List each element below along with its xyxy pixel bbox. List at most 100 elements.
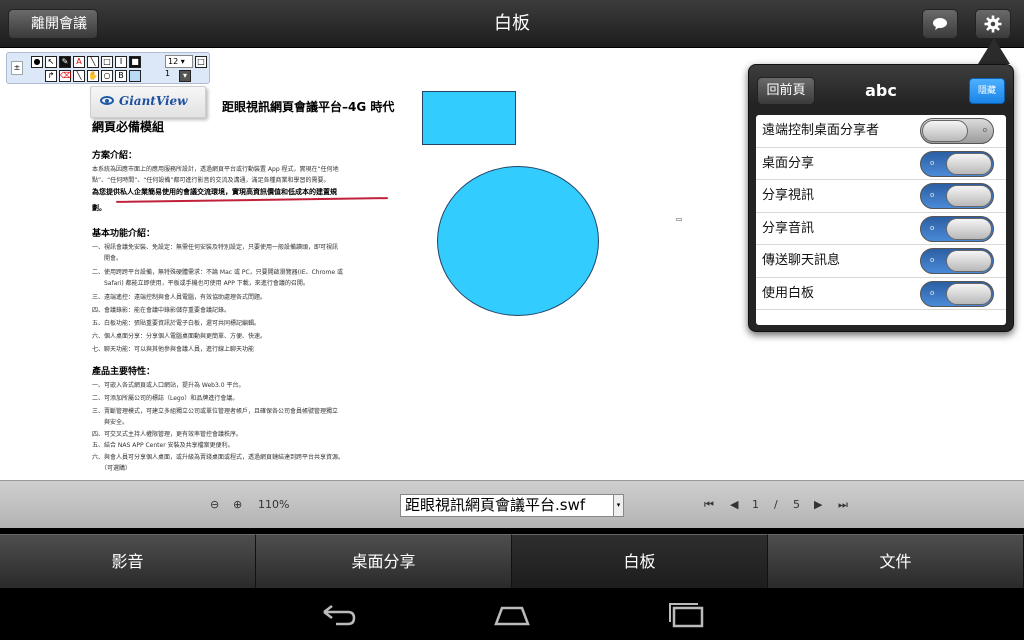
eraser-tool-icon[interactable]: ⌫: [59, 70, 71, 82]
popover-title: abc: [865, 81, 897, 100]
border-color-icon[interactable]: □: [195, 56, 207, 68]
total-pages: 5: [793, 498, 800, 511]
toggle-knob: [946, 250, 992, 272]
recent-apps-icon[interactable]: [666, 600, 706, 628]
pin-icon[interactable]: ±: [11, 61, 23, 75]
chat-button[interactable]: [922, 9, 958, 39]
toggle-knob: [946, 152, 992, 175]
doc-title-line2: 網頁必備模組: [92, 120, 165, 134]
section3-line: （可選購）: [92, 465, 132, 472]
section2-line: 四、會議錄影：能在會議中錄影儲存重要會議記錄。: [92, 307, 231, 314]
hand-tool-icon[interactable]: ✋: [87, 70, 99, 82]
font-size-value: 12: [168, 57, 179, 66]
line-width-dropdown-icon[interactable]: ▾: [179, 70, 191, 82]
home-icon[interactable]: [492, 600, 532, 628]
permission-label: 桌面分享: [762, 155, 815, 171]
tab-documents[interactable]: 文件: [768, 534, 1024, 588]
arrow-tool-icon[interactable]: ↖: [45, 56, 57, 68]
permission-row-chat: 傳送聊天訊息 o: [756, 245, 1006, 278]
section1-bold-line: 為您提供私人企業簡易使用的會議交流環境，實現高資訊價值和低成本的建置規: [92, 188, 337, 196]
top-bar: 離開會議 白板: [0, 0, 1024, 48]
toggle-whiteboard[interactable]: o: [920, 280, 994, 307]
toggle-knob: [946, 217, 992, 240]
previous-page-icon[interactable]: ◀: [730, 498, 738, 511]
whiteboard-circle-shape[interactable]: [437, 166, 599, 316]
section2-heading: 基本功能介紹：: [92, 229, 156, 239]
toggle-knob: [922, 120, 968, 142]
back-arrow-icon[interactable]: [318, 600, 358, 628]
section1-line: 點”、“任何時間”、“任何設備”都可進行影音的交流及溝通，滿足各種商業和學習的需…: [92, 177, 330, 184]
section2-line: Safari) 都能立即使用，平板或手機也可使用 APP 下載，來進行會議的召開…: [92, 280, 309, 287]
section2-line: 六、個人桌面分享：分享個人電腦桌面動與更簡單、方便、快速。: [92, 333, 267, 340]
section2-line: 一、視訊會議免安裝、免設定：無需任何安裝及特別設定，只要使用一般設備讀頭，即可視…: [92, 244, 339, 251]
main-tab-bar: 影音 桌面分享 白板 文件: [0, 534, 1024, 588]
tab-video[interactable]: 影音: [0, 534, 256, 588]
rectangle-tool-icon[interactable]: □: [101, 56, 113, 68]
section3-heading: 產品主要特性：: [92, 367, 156, 377]
popover-back-button[interactable]: 回前頁: [757, 77, 815, 105]
document-file-select[interactable]: 距眼視訊網頁會議平台.swf ▾: [400, 494, 624, 517]
bold-tool-icon[interactable]: B: [115, 70, 127, 82]
permission-label: 分享音訊: [762, 220, 815, 236]
section2-line: 三、遠端遙控：遠端控制與會人員電腦，有效協助處理各式問題。: [92, 294, 267, 301]
section3-line: 一、可嵌入各式網頁或入口網站，提升為 Web3.0 平台。: [92, 382, 245, 389]
section2-line: 五、白板功能：張貼重要資訊於電子白板，還可共同標記編輯。: [92, 320, 261, 327]
pen-tool-icon[interactable]: ✎: [59, 56, 71, 68]
doc-title-line1: 距眼視訊網頁會議平台–4G 時代: [222, 100, 395, 114]
toggle-mark: o: [930, 223, 935, 232]
whiteboard-rectangle-shape[interactable]: [422, 91, 516, 145]
document-control-bar: ⊖ ⊕ 110% 距眼視訊網頁會議平台.swf ▾ ⏮ ◀ 1 / 5 ▶ ⏭: [0, 480, 1024, 528]
section3-line: 五、結合 NAS APP Center 安裝及共享檔案更便利。: [92, 442, 234, 449]
fill-color-icon[interactable]: ■: [129, 56, 141, 68]
section3-line: 三、賣斷管理模式，可建立多組獨立公司或單位管理者帳戶，且確保各公司會員帳號管理獨…: [92, 408, 339, 415]
zoom-out-icon[interactable]: ⊖: [210, 498, 219, 511]
highlight-color-icon[interactable]: [129, 70, 141, 82]
text-a-tool-icon[interactable]: A: [73, 56, 85, 68]
first-page-icon[interactable]: ⏮: [704, 498, 714, 512]
permission-row-share-audio: 分享音訊 o: [756, 213, 1006, 245]
redo-tool-icon[interactable]: ↱: [45, 70, 57, 82]
leave-meeting-button[interactable]: 離開會議: [8, 9, 98, 39]
section2-line: 開會。: [92, 255, 123, 262]
toggle-desktop-share[interactable]: o: [920, 150, 994, 177]
laser-tool-icon[interactable]: ╲: [73, 70, 85, 82]
italic-tool-icon[interactable]: I: [115, 56, 127, 68]
permission-label: 使用白板: [762, 285, 815, 301]
toggle-share-audio[interactable]: o: [920, 215, 994, 242]
permission-row-share-video: 分享視訊 o: [756, 180, 1006, 213]
section1-bold-line: 劃。: [92, 204, 106, 212]
document-file-name: 距眼視訊網頁會議平台.swf: [405, 496, 586, 514]
toggle-mark: o: [930, 256, 935, 264]
giantview-logo: GiantView: [90, 86, 206, 118]
line-tool-icon[interactable]: ╲: [87, 56, 99, 68]
zoom-in-icon[interactable]: ⊕: [233, 498, 242, 511]
tab-whiteboard[interactable]: 白板: [512, 534, 768, 588]
tab-desktop-share[interactable]: 桌面分享: [256, 534, 512, 588]
next-page-icon[interactable]: ▶: [814, 498, 822, 511]
font-size-select[interactable]: 12 ▾: [165, 55, 193, 68]
section1-heading: 方案介紹：: [92, 151, 138, 161]
select-tool-icon[interactable]: ●: [31, 56, 43, 68]
page-title: 白板: [494, 13, 530, 34]
chevron-down-icon: ▾: [613, 495, 623, 516]
page-separator: /: [774, 498, 778, 511]
popover-hide-button[interactable]: 隱藏: [969, 78, 1005, 104]
section3-line: 與安全。: [92, 419, 129, 426]
zoom-level: 110%: [258, 498, 290, 511]
leave-meeting-label: 離開會議: [31, 16, 87, 32]
toggle-knob: [946, 282, 992, 305]
permission-label: 傳送聊天訊息: [762, 253, 841, 268]
permission-row-remote-control: 遠端控制桌面分享者 o: [756, 115, 1006, 148]
popover-arrow: [978, 38, 1010, 64]
ellipse-tool-icon[interactable]: ○: [101, 70, 113, 82]
settings-button[interactable]: [975, 9, 1011, 39]
toggle-remote-control[interactable]: o: [920, 118, 994, 144]
permission-list: 遠端控制桌面分享者 o 桌面分享 o 分享視訊 o 分享音訊 o 傳送聊天訊息 …: [756, 115, 1006, 325]
current-page: 1: [752, 498, 759, 511]
toggle-share-video[interactable]: o: [920, 183, 994, 209]
settings-popover: 回前頁 abc 隱藏 遠端控制桌面分享者 o 桌面分享 o 分享視訊 o 分享音…: [748, 64, 1014, 332]
last-page-icon[interactable]: ⏭: [838, 498, 848, 512]
permission-label: 分享視訊: [762, 188, 815, 203]
red-annotation-underline: [115, 197, 389, 203]
toggle-chat[interactable]: o: [920, 248, 994, 274]
